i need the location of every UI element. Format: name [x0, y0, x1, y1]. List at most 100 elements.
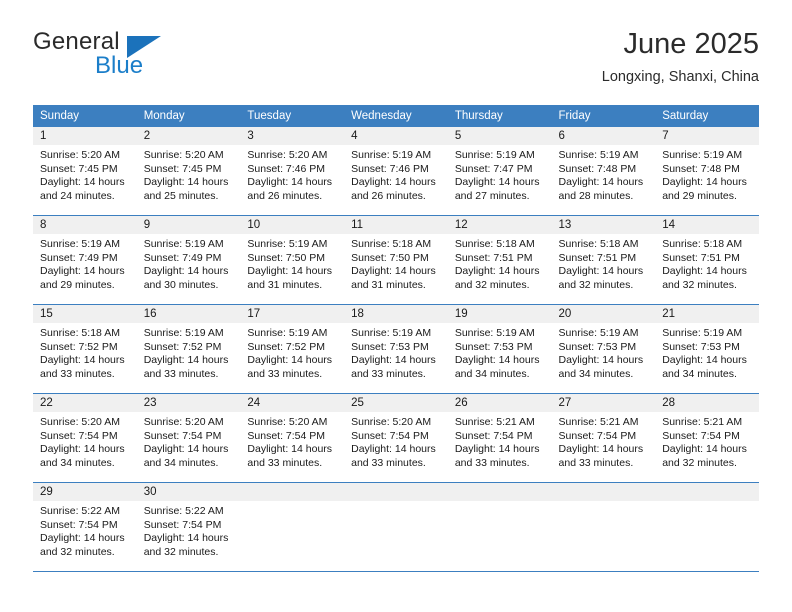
day-cell-details — [344, 501, 448, 571]
calendar-day-cell[interactable]: 26 Sunrise: 5:21 AM Sunset: 7:54 PM Dayligh… — [447, 393, 552, 483]
day-cell-details: Sunrise: 5:19 AM Sunset: 7:52 PM Daylight:… — [240, 323, 345, 393]
daylight-text: Daylight: 14 hours and 31 minutes. — [247, 265, 333, 291]
calendar-body: 1 Sunrise: 5:20 AM Sunset: 7:45 PM Daylight… — [33, 127, 759, 571]
day-number: 8 — [33, 216, 137, 234]
daylight-text: Daylight: 14 hours and 33 minutes. — [351, 443, 436, 469]
daylight-text: Daylight: 14 hours and 34 minutes. — [454, 354, 540, 380]
day-cell-details — [551, 501, 656, 571]
sunrise-text: Sunrise: 5:20 AM — [351, 416, 432, 428]
day-cell-details: Sunrise: 5:22 AM Sunset: 7:54 PM Daylight:… — [136, 501, 241, 571]
sunrise-text: Sunrise: 5:20 AM — [143, 149, 224, 161]
day-cell-details: Sunrise: 5:19 AM Sunset: 7:48 PM Daylight:… — [655, 145, 759, 215]
calendar-day-cell[interactable]: 7 Sunrise: 5:19 AM Sunset: 7:48 PM Daylight… — [655, 127, 759, 216]
daylight-text: Daylight: 14 hours and 33 minutes. — [454, 443, 540, 469]
sunrise-text: Sunrise: 5:19 AM — [454, 327, 535, 339]
daylight-text: Daylight: 14 hours and 32 minutes. — [662, 443, 747, 469]
sunset-text: Sunset: 7:53 PM — [662, 340, 740, 353]
daylight-text: Daylight: 14 hours and 29 minutes. — [40, 265, 125, 291]
sunrise-text: Sunrise: 5:22 AM — [143, 505, 224, 517]
daylight-text: Daylight: 14 hours and 33 minutes. — [40, 354, 125, 380]
daylight-text: Daylight: 14 hours and 33 minutes. — [247, 354, 333, 380]
calendar-day-cell[interactable]: 27 Sunrise: 5:21 AM Sunset: 7:54 PM Dayligh… — [551, 393, 656, 483]
sunset-text: Sunset: 7:54 PM — [40, 518, 118, 531]
calendar-day-cell[interactable]: 5 Sunrise: 5:19 AM Sunset: 7:47 PM Daylight… — [447, 127, 552, 216]
calendar-day-cell[interactable]: 10 Sunrise: 5:19 AM Sunset: 7:50 PM Dayligh… — [240, 215, 345, 305]
sunrise-text: Sunrise: 5:19 AM — [247, 327, 328, 339]
sunrise-text: Sunrise: 5:19 AM — [40, 238, 120, 250]
sunset-text: Sunset: 7:54 PM — [454, 429, 533, 442]
day-number: 15 — [33, 305, 137, 323]
sunset-text: Sunset: 7:52 PM — [143, 340, 222, 353]
calendar-day-cell[interactable]: 3 Sunrise: 5:20 AM Sunset: 7:46 PM Daylight… — [240, 127, 345, 216]
sunrise-text: Sunrise: 5:19 AM — [558, 149, 639, 161]
calendar-day-cell — [344, 482, 448, 571]
day-number — [344, 483, 448, 501]
sunset-text: Sunset: 7:54 PM — [40, 429, 118, 442]
daylight-text: Daylight: 14 hours and 32 minutes. — [558, 265, 644, 291]
calendar-day-cell[interactable]: 19 Sunrise: 5:19 AM Sunset: 7:53 PM Dayligh… — [447, 304, 552, 394]
sunrise-text: Sunrise: 5:21 AM — [558, 416, 639, 428]
daylight-text: Daylight: 14 hours and 33 minutes. — [247, 443, 333, 469]
day-number: 13 — [551, 216, 656, 234]
weekday-header-monday: Monday — [136, 105, 241, 127]
calendar-day-cell[interactable]: 17 Sunrise: 5:19 AM Sunset: 7:52 PM Dayligh… — [240, 304, 345, 394]
calendar-week-row: 1 Sunrise: 5:20 AM Sunset: 7:45 PM Daylight… — [33, 127, 759, 216]
general-blue-logo[interactable]: General Blue — [33, 28, 253, 88]
logo-text-blue: Blue — [95, 52, 144, 79]
day-cell-details: Sunrise: 5:19 AM Sunset: 7:49 PM Daylight:… — [33, 234, 137, 304]
calendar-week-row: 22 Sunrise: 5:20 AM Sunset: 7:54 PM Dayligh… — [33, 393, 759, 483]
calendar-day-cell[interactable]: 2 Sunrise: 5:20 AM Sunset: 7:45 PM Daylight… — [136, 127, 241, 216]
sunset-text: Sunset: 7:54 PM — [143, 429, 222, 442]
calendar-day-cell[interactable]: 23 Sunrise: 5:20 AM Sunset: 7:54 PM Dayligh… — [136, 393, 241, 483]
calendar-day-cell[interactable]: 29 Sunrise: 5:22 AM Sunset: 7:54 PM Dayligh… — [33, 482, 137, 571]
day-number — [240, 483, 345, 501]
weekday-header-wednesday: Wednesday — [344, 105, 448, 127]
sunset-text: Sunset: 7:46 PM — [247, 162, 326, 175]
calendar-day-cell[interactable]: 6 Sunrise: 5:19 AM Sunset: 7:48 PM Daylight… — [551, 127, 656, 216]
daylight-text: Daylight: 14 hours and 32 minutes. — [454, 265, 540, 291]
calendar-day-cell[interactable]: 30 Sunrise: 5:22 AM Sunset: 7:54 PM Dayligh… — [136, 482, 241, 571]
daylight-text: Daylight: 14 hours and 27 minutes. — [454, 176, 540, 202]
calendar-day-cell[interactable]: 9 Sunrise: 5:19 AM Sunset: 7:49 PM Daylight… — [136, 215, 241, 305]
daylight-text: Daylight: 14 hours and 32 minutes. — [40, 532, 125, 558]
sunset-text: Sunset: 7:45 PM — [40, 162, 118, 175]
day-number: 16 — [136, 305, 241, 323]
calendar-day-cell[interactable]: 20 Sunrise: 5:19 AM Sunset: 7:53 PM Dayligh… — [551, 304, 656, 394]
calendar-day-cell[interactable]: 4 Sunrise: 5:19 AM Sunset: 7:46 PM Daylight… — [344, 127, 448, 216]
calendar-day-cell[interactable]: 16 Sunrise: 5:19 AM Sunset: 7:52 PM Dayligh… — [136, 304, 241, 394]
day-number: 2 — [136, 127, 241, 145]
day-number: 6 — [551, 127, 656, 145]
sunrise-text: Sunrise: 5:18 AM — [454, 238, 535, 250]
calendar-day-cell[interactable]: 14 Sunrise: 5:18 AM Sunset: 7:51 PM Dayligh… — [655, 215, 759, 305]
calendar-day-cell[interactable]: 12 Sunrise: 5:18 AM Sunset: 7:51 PM Dayligh… — [447, 215, 552, 305]
calendar-day-cell[interactable]: 8 Sunrise: 5:19 AM Sunset: 7:49 PM Daylight… — [33, 215, 137, 305]
calendar-day-cell — [240, 482, 345, 571]
day-cell-details: Sunrise: 5:20 AM Sunset: 7:54 PM Daylight:… — [136, 412, 241, 482]
day-cell-details: Sunrise: 5:20 AM Sunset: 7:46 PM Daylight:… — [240, 145, 345, 215]
calendar-day-cell[interactable]: 1 Sunrise: 5:20 AM Sunset: 7:45 PM Daylight… — [33, 127, 137, 216]
calendar-day-cell — [655, 482, 759, 571]
calendar-day-cell[interactable]: 13 Sunrise: 5:18 AM Sunset: 7:51 PM Dayligh… — [551, 215, 656, 305]
day-cell-details: Sunrise: 5:19 AM Sunset: 7:50 PM Daylight:… — [240, 234, 345, 304]
sunrise-text: Sunrise: 5:18 AM — [558, 238, 639, 250]
calendar-day-cell[interactable]: 25 Sunrise: 5:20 AM Sunset: 7:54 PM Dayligh… — [344, 393, 448, 483]
sunset-text: Sunset: 7:53 PM — [454, 340, 533, 353]
calendar-day-cell[interactable]: 18 Sunrise: 5:19 AM Sunset: 7:53 PM Dayligh… — [344, 304, 448, 394]
day-cell-details: Sunrise: 5:18 AM Sunset: 7:51 PM Daylight:… — [551, 234, 656, 304]
sunset-text: Sunset: 7:49 PM — [40, 251, 118, 264]
day-number: 17 — [240, 305, 345, 323]
sunset-text: Sunset: 7:46 PM — [351, 162, 429, 175]
day-cell-details: Sunrise: 5:19 AM Sunset: 7:46 PM Daylight:… — [344, 145, 448, 215]
day-cell-details: Sunrise: 5:21 AM Sunset: 7:54 PM Daylight:… — [655, 412, 759, 482]
calendar-day-cell[interactable]: 21 Sunrise: 5:19 AM Sunset: 7:53 PM Dayligh… — [655, 304, 759, 394]
daylight-text: Daylight: 14 hours and 34 minutes. — [662, 354, 747, 380]
calendar-day-cell[interactable]: 24 Sunrise: 5:20 AM Sunset: 7:54 PM Dayligh… — [240, 393, 345, 483]
calendar-day-cell[interactable]: 15 Sunrise: 5:18 AM Sunset: 7:52 PM Dayligh… — [33, 304, 137, 394]
calendar-day-cell[interactable]: 28 Sunrise: 5:21 AM Sunset: 7:54 PM Dayligh… — [655, 393, 759, 483]
sunset-text: Sunset: 7:52 PM — [247, 340, 326, 353]
day-cell-details: Sunrise: 5:20 AM Sunset: 7:54 PM Daylight:… — [33, 412, 137, 482]
calendar-day-cell[interactable]: 22 Sunrise: 5:20 AM Sunset: 7:54 PM Dayligh… — [33, 393, 137, 483]
calendar-day-cell[interactable]: 11 Sunrise: 5:18 AM Sunset: 7:50 PM Dayligh… — [344, 215, 448, 305]
weekday-header-friday: Friday — [551, 105, 656, 127]
sunset-text: Sunset: 7:51 PM — [558, 251, 637, 264]
